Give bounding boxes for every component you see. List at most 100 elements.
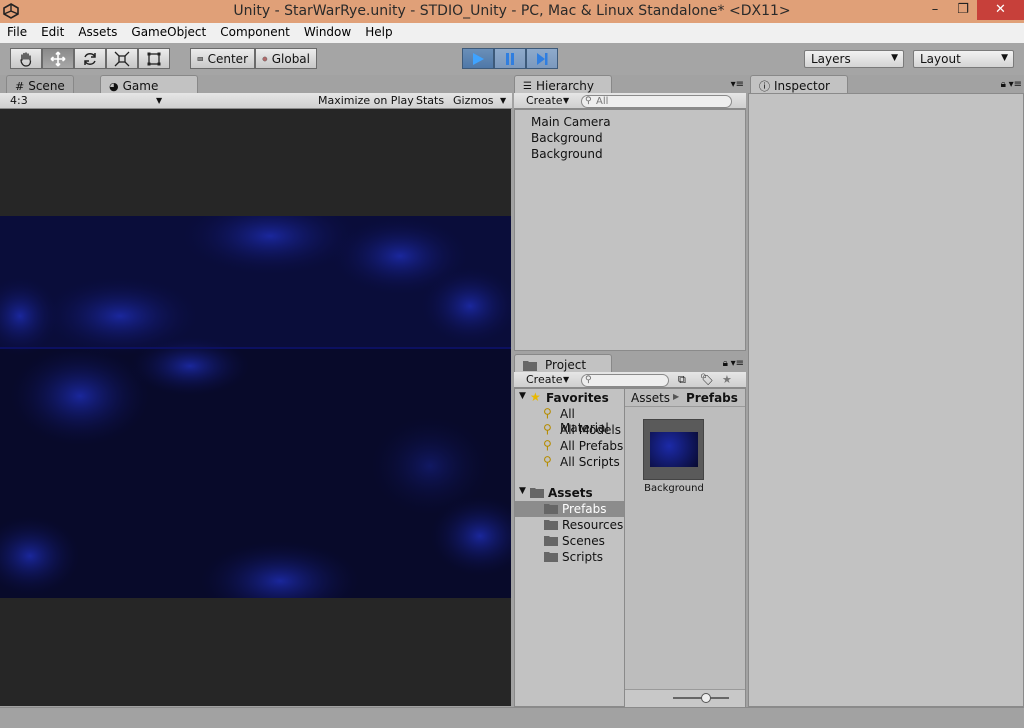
hierarchy-create-button[interactable]: Create	[526, 94, 563, 107]
menu-gameobject[interactable]: GameObject	[124, 23, 213, 43]
favorite-item[interactable]: All Scripts	[560, 455, 620, 469]
save-search-star-icon[interactable]: ★	[722, 373, 732, 386]
scale-tool-button[interactable]	[106, 48, 138, 69]
title-bar: Unity - StarWarRye.unity - STDIO_Unity -…	[0, 0, 1024, 23]
project-tree: ▼ ★ Favorites ⚲ All Material ⚲ All Model…	[514, 388, 625, 707]
hierarchy-search-input[interactable]: All	[581, 95, 732, 108]
search-icon: ⚲	[543, 422, 552, 436]
rotate-tool-button[interactable]	[74, 48, 106, 69]
project-create-arrow-icon: ▼	[563, 375, 570, 384]
tab-game-label: Game	[122, 79, 159, 93]
tab-project[interactable]: Project	[514, 354, 612, 373]
hierarchy-item[interactable]: Background	[531, 147, 603, 161]
project-panel: Project 🔒︎ ▾≡ Create ▼ ⚲ ⧉ 🏷︎ ★ ▼ ★ Favo…	[514, 354, 746, 707]
step-button[interactable]	[526, 48, 558, 69]
project-create-button[interactable]: Create	[526, 373, 563, 386]
pause-icon	[506, 52, 514, 65]
assets-expand-icon[interactable]: ▼	[519, 486, 526, 496]
restore-button[interactable]: ❐	[949, 0, 977, 20]
thumbnail-size-slider[interactable]	[625, 689, 745, 707]
folder-icon	[544, 520, 558, 530]
hierarchy-create-arrow-icon: ▼	[563, 96, 570, 105]
move-tool-button[interactable]	[42, 48, 74, 69]
folder-item-resources[interactable]: Resources	[562, 518, 623, 532]
window-title: Unity - StarWarRye.unity - STDIO_Unity -…	[233, 3, 791, 19]
favorite-item[interactable]: All Models	[560, 423, 621, 437]
play-button[interactable]	[462, 48, 494, 69]
menu-assets[interactable]: Assets	[71, 23, 124, 43]
maximize-on-play-toggle[interactable]: Maximize on Play	[318, 94, 414, 107]
minimize-button[interactable]: –	[921, 0, 949, 20]
space-global-button[interactable]: Global	[255, 48, 317, 69]
breadcrumb-prefabs[interactable]: Prefabs	[686, 391, 738, 405]
project-menu-icon[interactable]: ▾≡	[731, 358, 744, 369]
inspector-body	[748, 93, 1024, 707]
close-button[interactable]: ✕	[977, 0, 1024, 20]
filter-by-label-icon[interactable]: 🏷︎	[700, 373, 714, 386]
menu-help[interactable]: Help	[358, 23, 399, 43]
project-content: Assets ▶ Prefabs Background	[624, 388, 746, 707]
tab-game[interactable]: ◕ Game	[100, 75, 198, 94]
tab-inspector[interactable]: ⓘ Inspector	[750, 75, 848, 94]
aspect-dropdown[interactable]: 4:3	[10, 94, 28, 107]
pivot-icon	[197, 56, 203, 61]
game-panel: # Scene ◕ Game 4:3 ▼ Maximize on Play St…	[0, 75, 512, 707]
layout-dropdown[interactable]: Layout ▼	[913, 50, 1014, 68]
pivot-center-button[interactable]: Center	[190, 48, 255, 69]
breadcrumb-arrow-icon: ▶	[673, 392, 680, 401]
favorites-star-icon: ★	[530, 390, 541, 404]
space-label: Global	[271, 51, 310, 66]
breadcrumb: Assets ▶ Prefabs	[625, 389, 745, 407]
menu-edit[interactable]: Edit	[34, 23, 71, 43]
project-lock-icon[interactable]: 🔒︎	[723, 358, 728, 369]
rect-tool-icon	[147, 52, 161, 65]
stats-toggle[interactable]: Stats	[416, 94, 444, 107]
inspector-menu-icon[interactable]: ▾≡	[1009, 79, 1022, 90]
asset-thumbnail[interactable]	[643, 419, 704, 480]
hand-icon	[20, 51, 32, 67]
hierarchy-item[interactable]: Main Camera	[531, 115, 611, 129]
favorite-item[interactable]: All Prefabs	[560, 439, 623, 453]
search-icon: ⚲	[585, 375, 592, 385]
hierarchy-menu-icon[interactable]: ▾≡	[731, 79, 744, 90]
pivot-label: Center	[207, 51, 248, 66]
filter-by-type-icon[interactable]: ⧉	[678, 373, 686, 387]
space-background-image	[0, 216, 511, 598]
hierarchy-item[interactable]: Background	[531, 131, 603, 145]
hand-tool-button[interactable]	[10, 48, 42, 69]
tab-hierarchy[interactable]: ☰ Hierarchy	[514, 75, 612, 94]
folder-item-scenes[interactable]: Scenes	[562, 534, 605, 548]
aspect-arrow-icon: ▼	[156, 96, 163, 105]
hierarchy-subbar: Create ▼ All ⚲	[514, 93, 746, 109]
hierarchy-panel: ☰ Hierarchy ▾≡ Create ▼ All ⚲ Main Camer…	[514, 75, 746, 351]
assets-label: Assets	[548, 486, 593, 500]
favorites-expand-icon[interactable]: ▼	[519, 391, 526, 401]
game-pacman-icon: ◕	[109, 79, 119, 93]
menu-component[interactable]: Component	[213, 23, 297, 43]
folder-icon	[530, 488, 544, 498]
pause-button[interactable]	[494, 48, 526, 69]
game-tabrow	[0, 75, 512, 93]
layers-dropdown[interactable]: Layers ▼	[804, 50, 904, 68]
gizmos-arrow-icon: ▼	[500, 96, 507, 105]
menu-window[interactable]: Window	[297, 23, 358, 43]
gizmos-dropdown[interactable]: Gizmos	[453, 94, 494, 107]
folder-item-scripts[interactable]: Scripts	[562, 550, 603, 564]
breadcrumb-assets[interactable]: Assets	[631, 391, 670, 405]
project-search-input[interactable]	[581, 374, 669, 387]
tab-inspector-label: Inspector	[774, 79, 830, 93]
slider-thumb[interactable]	[701, 693, 711, 703]
folder-item-prefabs[interactable]: Prefabs	[562, 502, 607, 516]
inspector-lock-icon[interactable]: 🔒︎	[1001, 79, 1006, 90]
layout-label: Layout	[920, 52, 961, 66]
scene-grid-icon: #	[15, 79, 25, 93]
tab-scene[interactable]: # Scene	[6, 75, 74, 94]
game-viewport[interactable]	[0, 109, 511, 706]
scale-icon	[114, 51, 130, 66]
tab-project-label: Project	[545, 358, 587, 372]
rect-tool-button[interactable]	[138, 48, 170, 69]
folder-icon	[544, 552, 558, 562]
menu-file[interactable]: File	[0, 23, 34, 43]
rotate-icon	[84, 52, 96, 65]
asset-label[interactable]: Background	[625, 483, 723, 494]
